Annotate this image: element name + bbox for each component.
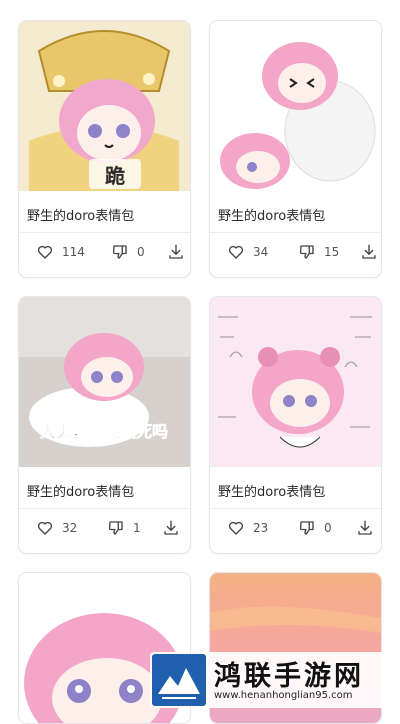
watermark-url: www.henanhonglian95.com: [214, 690, 353, 701]
watermark-title: 鸿联手游网: [214, 661, 364, 692]
dislike-count: 0: [137, 245, 145, 259]
meme-card[interactable]: 大夫，我还没死吗 野生的doro表情包 32 1: [18, 296, 191, 554]
doro-crown-image: 跪: [19, 21, 190, 191]
dislike-count: 1: [133, 521, 141, 535]
meme-thumbnail[interactable]: [210, 297, 381, 467]
thumbs-down-icon: [299, 521, 314, 535]
like-count: 32: [62, 521, 78, 535]
meme-card[interactable]: 野生的doro表情包 34 15: [209, 20, 382, 278]
thumbs-down-icon: [299, 245, 314, 259]
meme-grid: 跪 野生的doro表情包 114 0 野生的doro表情包 34 15 大夫，我…: [0, 0, 400, 724]
thumbnail-caption: 跪: [105, 164, 125, 188]
doro-hug-image: [210, 21, 381, 191]
meme-card[interactable]: 跪 野生的doro表情包 114 0: [18, 20, 191, 278]
meme-thumbnail[interactable]: 跪: [19, 21, 190, 191]
download-button[interactable]: [360, 242, 378, 262]
like-button[interactable]: 32: [36, 518, 77, 538]
heart-outline-icon: [228, 521, 244, 535]
dislike-button[interactable]: 0: [298, 518, 332, 538]
card-title: 野生的doro表情包: [218, 209, 326, 224]
meme-card[interactable]: 野生的doro表情包 23 0: [209, 296, 382, 554]
meme-thumbnail[interactable]: 大夫，我还没死吗: [19, 297, 190, 467]
heart-outline-icon: [37, 521, 53, 535]
divider: [19, 232, 190, 233]
card-actions: 34 15: [210, 239, 381, 265]
divider: [210, 508, 381, 509]
meme-thumbnail[interactable]: [210, 21, 381, 191]
download-icon: [358, 520, 372, 535]
dislike-button[interactable]: 15: [298, 242, 339, 262]
download-button[interactable]: [167, 242, 185, 262]
card-actions: 32 1: [19, 515, 190, 541]
like-count: 34: [253, 245, 269, 259]
thumbs-down-icon: [112, 245, 127, 259]
divider: [210, 232, 381, 233]
thumbs-down-icon: [108, 521, 123, 535]
dislike-button[interactable]: 1: [107, 518, 141, 538]
like-button[interactable]: 23: [227, 518, 268, 538]
card-actions: 114 0: [19, 239, 190, 265]
card-title: 野生的doro表情包: [27, 209, 135, 224]
card-actions: 23 0: [210, 515, 381, 541]
download-icon: [169, 244, 183, 259]
heart-outline-icon: [37, 245, 53, 259]
download-button[interactable]: [162, 518, 180, 538]
dislike-count: 0: [324, 521, 332, 535]
heart-outline-icon: [228, 245, 244, 259]
watermark-overlay: 鸿联手游网 www.henanhonglian95.com: [150, 652, 390, 708]
doro-thinking-image: [210, 297, 381, 467]
card-title: 野生的doro表情包: [27, 485, 135, 500]
like-count: 23: [253, 521, 269, 535]
thumbnail-caption: 大夫，我还没死吗: [40, 422, 168, 441]
dislike-count: 15: [324, 245, 340, 259]
doro-hospital-image: 大夫，我还没死吗: [19, 297, 190, 467]
divider: [19, 508, 190, 509]
like-button[interactable]: 34: [227, 242, 268, 262]
download-icon: [164, 520, 178, 535]
like-count: 114: [62, 245, 85, 259]
like-button[interactable]: 114: [36, 242, 85, 262]
download-icon: [362, 244, 376, 259]
card-title: 野生的doro表情包: [218, 485, 326, 500]
dislike-button[interactable]: 0: [111, 242, 145, 262]
download-button[interactable]: [356, 518, 374, 538]
watermark-logo-icon: [152, 654, 206, 706]
